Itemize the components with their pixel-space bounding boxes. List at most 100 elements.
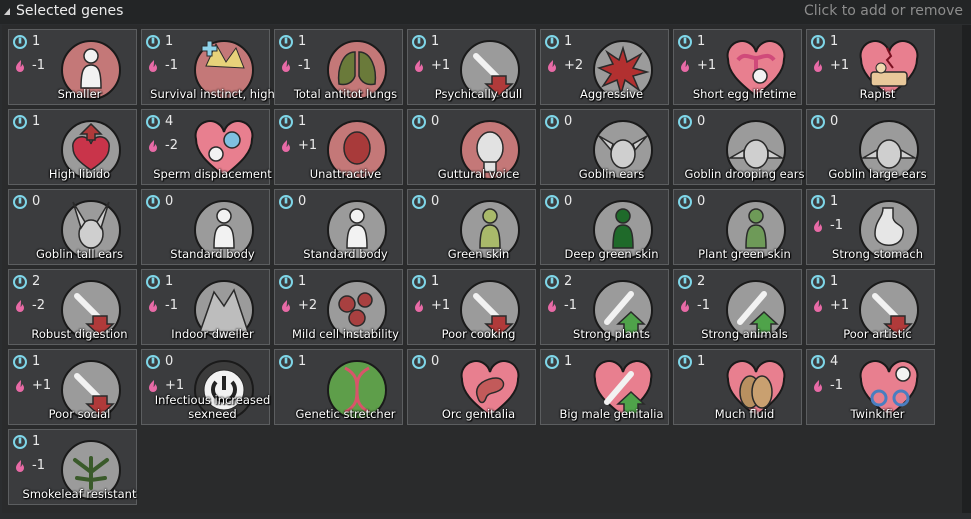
complexity-value: 1 bbox=[32, 434, 41, 449]
add-remove-hint: Click to add or remove bbox=[803, 3, 963, 19]
gene-tile[interactable]: 2 -2 Robust digestion bbox=[8, 269, 137, 345]
complexity-icon bbox=[146, 275, 160, 289]
strong-plants-icon bbox=[593, 280, 653, 340]
metabolism-value: +2 bbox=[564, 58, 584, 73]
metabolism-icon bbox=[681, 300, 689, 312]
complexity-value: 1 bbox=[564, 354, 573, 369]
gene-tile[interactable]: 1 Genetic stretcher bbox=[274, 349, 403, 425]
metabolism-value: +1 bbox=[431, 58, 451, 73]
egg-lifetime-icon bbox=[726, 40, 786, 98]
metabolism-value: +1 bbox=[431, 298, 451, 313]
complexity-value: 0 bbox=[431, 354, 440, 369]
gene-tile[interactable]: 1 +1 Unattractive bbox=[274, 109, 403, 185]
complexity-icon bbox=[13, 35, 27, 49]
complexity-icon bbox=[545, 35, 559, 49]
deep-green-skin-icon bbox=[593, 200, 653, 260]
collapse-arrow-icon[interactable] bbox=[4, 8, 10, 15]
gene-tile[interactable]: 1 High libido bbox=[8, 109, 137, 185]
twinkifier-icon bbox=[859, 360, 919, 418]
genetic-stretcher-icon bbox=[327, 360, 387, 420]
plant-green-skin-icon bbox=[726, 200, 786, 260]
metabolism-icon bbox=[149, 60, 157, 72]
gene-tile[interactable]: 0 Plant green skin bbox=[673, 189, 802, 265]
gene-tile[interactable]: 1 Much fluid bbox=[673, 349, 802, 425]
poor-cooking-icon bbox=[460, 280, 520, 340]
metabolism-value: -1 bbox=[32, 58, 45, 73]
gene-tile[interactable]: 1 -1 Indoor dweller bbox=[141, 269, 270, 345]
complexity-icon bbox=[279, 115, 293, 129]
gene-tile[interactable]: 1 +1 Rapist bbox=[806, 29, 935, 105]
metabolism-icon bbox=[149, 140, 157, 152]
complexity-value: 0 bbox=[697, 114, 706, 129]
gene-tile[interactable]: 0 Orc genitalia bbox=[407, 349, 536, 425]
gene-tile[interactable]: 0 Deep green skin bbox=[540, 189, 669, 265]
gene-tile[interactable]: 4 -1 Twinkifier bbox=[806, 349, 935, 425]
complexity-value: 1 bbox=[165, 274, 174, 289]
gene-tile[interactable]: 1 Big male genitalia bbox=[540, 349, 669, 425]
complexity-value: 0 bbox=[165, 194, 174, 209]
metabolism-icon bbox=[282, 60, 290, 72]
guttural-voice-icon bbox=[460, 120, 520, 180]
complexity-icon bbox=[13, 435, 27, 449]
complexity-value: 1 bbox=[32, 34, 41, 49]
gene-tile[interactable]: 0 Guttural voice bbox=[407, 109, 536, 185]
gene-tile[interactable]: 1 -1 Smokeleaf resistant bbox=[8, 429, 137, 505]
goblin-ears-icon bbox=[593, 120, 653, 180]
gene-tile[interactable]: 1 +1 Poor social bbox=[8, 349, 137, 425]
gene-tile[interactable]: 1 +1 Psychically dull bbox=[407, 29, 536, 105]
gene-tile[interactable]: 1 +1 Poor cooking bbox=[407, 269, 536, 345]
metabolism-icon bbox=[16, 380, 24, 392]
gene-tile[interactable]: 2 -1 Strong plants bbox=[540, 269, 669, 345]
section-header[interactable]: Selected genes Click to add or remove bbox=[0, 0, 971, 24]
standard-body-icon bbox=[327, 200, 387, 260]
complexity-value: 0 bbox=[697, 194, 706, 209]
smokeleaf-resistant-icon bbox=[61, 440, 121, 500]
complexity-value: 1 bbox=[830, 34, 839, 49]
complexity-value: 0 bbox=[564, 114, 573, 129]
complexity-value: 0 bbox=[431, 114, 440, 129]
gene-tile[interactable]: 0 +1 Infectious increased sexneed bbox=[141, 349, 270, 425]
gene-tile[interactable]: 0 Standard body bbox=[141, 189, 270, 265]
complexity-icon bbox=[811, 195, 825, 209]
scrollbar-track[interactable] bbox=[962, 25, 971, 513]
complexity-icon bbox=[811, 35, 825, 49]
complexity-icon bbox=[412, 115, 426, 129]
complexity-value: 0 bbox=[830, 114, 839, 129]
metabolism-icon bbox=[282, 140, 290, 152]
complexity-icon bbox=[412, 355, 426, 369]
gene-tile[interactable]: 1 -1 Strong stomach bbox=[806, 189, 935, 265]
gene-tile[interactable]: 1 -1 Survival instinct, high bbox=[141, 29, 275, 105]
gene-tile[interactable]: 1 +2 Aggressive bbox=[540, 29, 669, 105]
complexity-icon bbox=[811, 275, 825, 289]
gene-tile[interactable]: 2 -1 Strong animals bbox=[673, 269, 802, 345]
gene-tile[interactable]: 0 Goblin tall ears bbox=[8, 189, 137, 265]
complexity-value: 1 bbox=[830, 194, 839, 209]
standard-body-icon bbox=[194, 200, 254, 260]
metabolism-value: +1 bbox=[298, 138, 318, 153]
gene-tile[interactable]: 0 Goblin ears bbox=[540, 109, 669, 185]
complexity-value: 0 bbox=[32, 194, 41, 209]
gene-tile[interactable]: 1 +1 Short egg lifetime bbox=[673, 29, 802, 105]
metabolism-value: +1 bbox=[697, 58, 717, 73]
gene-tile[interactable]: 4 -2 Sperm displacement bbox=[141, 109, 272, 185]
gene-tile[interactable]: 1 +2 Mild cell instability bbox=[274, 269, 403, 345]
gene-tile[interactable]: 1 -1 Smaller bbox=[8, 29, 137, 105]
gene-tile[interactable]: 0 Green skin bbox=[407, 189, 536, 265]
complexity-value: 0 bbox=[165, 354, 174, 369]
gene-tile[interactable]: 0 Standard body bbox=[274, 189, 403, 265]
gene-tile[interactable]: 1 +1 Poor artistic bbox=[806, 269, 935, 345]
complexity-icon bbox=[279, 35, 293, 49]
poor-social-icon bbox=[61, 360, 121, 420]
complexity-value: 2 bbox=[32, 274, 41, 289]
gene-tile[interactable]: 1 -1 Total antitot lungs bbox=[274, 29, 403, 105]
complexity-value: 1 bbox=[431, 34, 440, 49]
complexity-icon bbox=[678, 35, 692, 49]
cell-instability-icon bbox=[327, 280, 387, 340]
complexity-icon bbox=[13, 115, 27, 129]
complexity-value: 1 bbox=[298, 34, 307, 49]
gene-tile[interactable]: 0 Goblin drooping ears bbox=[673, 109, 805, 185]
gene-tile[interactable]: 0 Goblin large ears bbox=[806, 109, 935, 185]
robust-digestion-icon bbox=[61, 280, 121, 340]
psychically-dull-icon bbox=[460, 40, 520, 100]
complexity-icon bbox=[545, 195, 559, 209]
